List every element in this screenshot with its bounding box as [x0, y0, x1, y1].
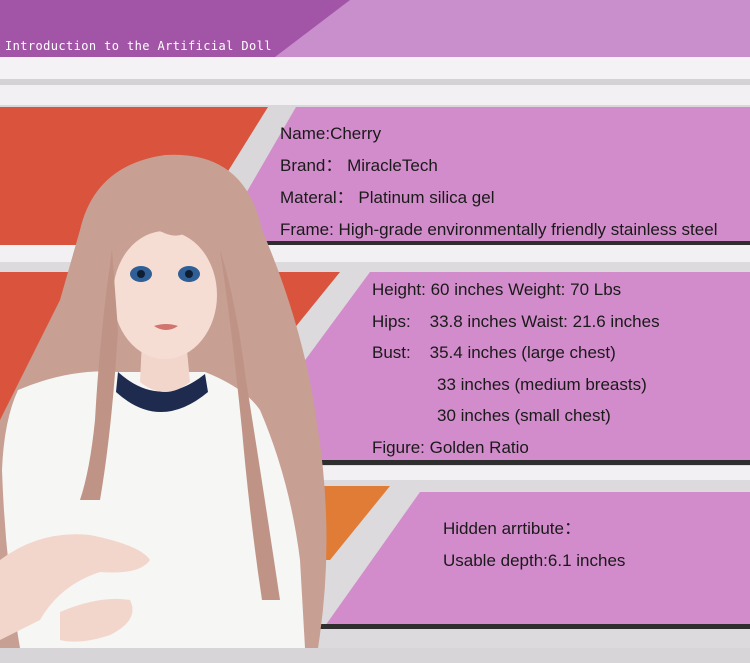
- hips-waist-line: Hips: 33.8 inches Waist: 21.6 inches: [372, 312, 660, 331]
- hidden-attribute-title: Hidden arrtibute：: [443, 519, 581, 538]
- bottom-stripe: [0, 648, 750, 663]
- stripe-gray: [0, 79, 750, 85]
- figure-line: Figure: Golden Ratio: [372, 438, 529, 457]
- name-line: Name:Cherry: [280, 124, 382, 143]
- usable-depth-line: Usable depth:6.1 inches: [443, 551, 626, 570]
- bust-medium-line: 33 inches (medium breasts): [437, 375, 647, 394]
- frame-line: Frame: High-grade environmentally friend…: [280, 220, 718, 239]
- section3-shadow: [320, 624, 750, 629]
- banner-title: Introduction to the Artificial Doll: [5, 39, 272, 53]
- material-line: Materal： Platinum silica gel: [280, 188, 495, 207]
- bust-line: Bust: 35.4 inches (large chest): [372, 343, 616, 362]
- section2-shadow: [300, 460, 750, 465]
- height-weight-line: Height: 60 inches Weight: 70 Lbs: [372, 280, 622, 299]
- section1-shadow: [230, 241, 750, 245]
- banner-underline: [0, 57, 750, 79]
- bust-small-line: 30 inches (small chest): [437, 406, 611, 425]
- brand-line: Brand： MiracleTech: [280, 156, 438, 175]
